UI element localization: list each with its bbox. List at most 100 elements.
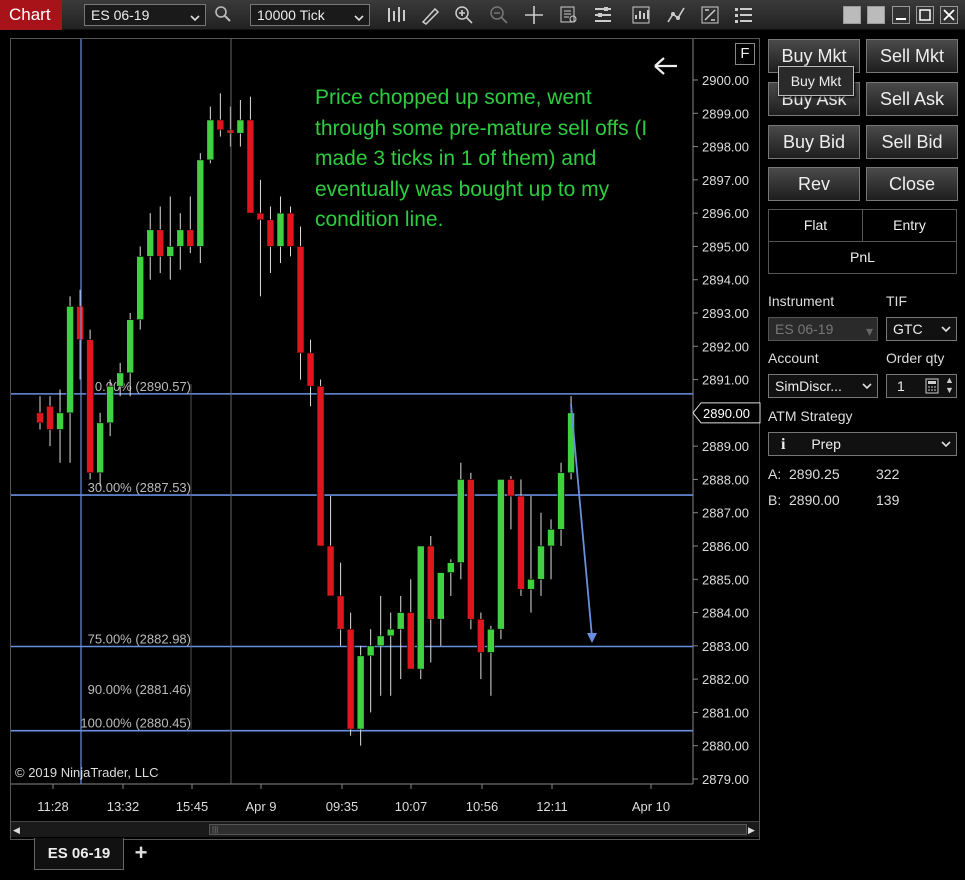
- annotation-line: Price chopped up some, went: [315, 86, 592, 109]
- time-tick-label: 10:56: [466, 799, 499, 814]
- sell-ask-button[interactable]: Sell Ask: [866, 82, 958, 116]
- candle-body: [336, 595, 345, 630]
- candle-body: [156, 229, 165, 257]
- scrollbar-thumb[interactable]: |||: [209, 824, 747, 835]
- price-tick-label: 2893.00: [702, 306, 749, 321]
- calculator-icon[interactable]: [925, 378, 939, 400]
- reverse-button[interactable]: Rev: [768, 167, 860, 201]
- draw-pencil-icon[interactable]: [419, 4, 441, 26]
- minimize-icon[interactable]: [892, 6, 910, 24]
- candle-body: [166, 246, 175, 257]
- price-tick-label: 2897.00: [702, 173, 749, 188]
- buy-bid-button[interactable]: Buy Bid: [768, 125, 860, 159]
- close-icon[interactable]: [940, 6, 958, 24]
- price-tick-label: 2885.00: [702, 572, 749, 587]
- annotation-line: eventually was bought up to my: [315, 177, 610, 201]
- candle-body: [36, 412, 44, 424]
- candle-body: [527, 578, 535, 590]
- candle-body: [457, 479, 465, 563]
- strategies-icon[interactable]: [630, 4, 652, 26]
- scroll-left-icon[interactable]: ◀: [13, 825, 20, 836]
- zoom-out-icon[interactable]: [488, 4, 510, 26]
- candle-body: [537, 545, 545, 580]
- current-price-label: 2890.00: [703, 406, 750, 421]
- tab-es-06-19[interactable]: ES 06-19: [34, 838, 124, 870]
- crosshair-icon[interactable]: [523, 4, 545, 26]
- candle-body: [46, 405, 54, 430]
- order-qty-stepper[interactable]: 1 ▲ ▼: [886, 374, 957, 398]
- sell-mkt-button[interactable]: Sell Mkt: [866, 39, 958, 73]
- chart-trader-icon[interactable]: [699, 4, 721, 26]
- chart-trader-panel: [764, 38, 965, 880]
- data-box-icon[interactable]: [558, 4, 580, 26]
- instrument-selector[interactable]: ES 06-19: [84, 4, 206, 26]
- candle-body: [116, 372, 124, 387]
- link-color-icon[interactable]: [843, 6, 861, 24]
- fib-level-label: 90.00% (2881.46): [88, 682, 191, 697]
- ask-price: 2890.25: [789, 466, 840, 482]
- tif-select[interactable]: GTC: [886, 317, 957, 341]
- candle-body: [557, 472, 565, 530]
- horizontal-scrollbar[interactable]: ◀ ||| ▶: [11, 821, 759, 837]
- back-arrow-icon[interactable]: [654, 57, 677, 75]
- add-tab-button[interactable]: +: [130, 842, 152, 864]
- candle-body: [146, 229, 155, 257]
- position-pnl: PnL: [768, 241, 957, 274]
- chevron-down-icon: [189, 9, 201, 29]
- price-tick-label: 2880.00: [702, 739, 749, 754]
- candle-body: [366, 645, 375, 657]
- properties-icon[interactable]: [592, 4, 614, 26]
- chart-panel[interactable]: 0.00% (2890.57) 30.00% (2887.53) 75.00% (2…: [10, 38, 761, 840]
- indicators-icon[interactable]: [665, 4, 687, 26]
- projection-arrow-head: [587, 633, 597, 643]
- candle-body: [356, 655, 365, 730]
- maximize-icon[interactable]: [916, 6, 934, 24]
- candle-body: [316, 385, 325, 547]
- window-title: Chart: [0, 0, 62, 30]
- buy-mkt-tooltip: Buy Mkt: [778, 66, 854, 96]
- atm-strategy-select[interactable]: i Prep: [768, 432, 957, 456]
- candle-body: [56, 412, 64, 430]
- candle-body: [186, 229, 195, 247]
- candle-body: [136, 256, 144, 320]
- atm-strategy-label: ATM Strategy: [768, 408, 853, 424]
- candle-body: [477, 618, 485, 653]
- chart-corner-button[interactable]: F: [735, 43, 755, 65]
- price-tick-label: 2886.00: [702, 539, 749, 554]
- candle-body: [86, 339, 94, 474]
- candle-body: [226, 129, 235, 134]
- candle-body: [256, 212, 265, 221]
- zoom-in-icon[interactable]: [453, 4, 475, 26]
- candle-body: [416, 545, 425, 670]
- sell-bid-button[interactable]: Sell Bid: [866, 125, 958, 159]
- link-instrument-icon[interactable]: [867, 6, 885, 24]
- time-tick-label: 15:45: [176, 799, 209, 814]
- fib-level-label: 75.00% (2882.98): [88, 632, 191, 647]
- close-position-button[interactable]: Close: [866, 167, 958, 201]
- price-tick-label: 2892.00: [702, 339, 749, 354]
- instrument-field-value: ES 06-19: [775, 321, 834, 337]
- time-tick-label: 12:11: [536, 799, 568, 814]
- bid-label: B:: [768, 492, 782, 508]
- price-tick-label: 2896.00: [702, 206, 749, 221]
- price-tick-label: 2899.00: [702, 106, 749, 121]
- fib-level-label: 30.00% (2887.53): [88, 480, 191, 495]
- tif-select-value: GTC: [893, 321, 923, 337]
- account-select[interactable]: SimDiscr...: [768, 374, 878, 398]
- price-tick-label: 2891.00: [702, 373, 749, 388]
- price-tick-label: 2898.00: [702, 140, 749, 155]
- interval-selector[interactable]: 10000 Tick: [250, 4, 370, 26]
- candle-body: [406, 612, 415, 670]
- candle-body: [266, 219, 275, 247]
- magnify-icon[interactable]: [212, 4, 234, 26]
- candle-body: [426, 545, 435, 620]
- price-tick-label: 2883.00: [702, 639, 749, 654]
- candle-body: [176, 229, 185, 247]
- bar-type-icon[interactable]: [385, 4, 407, 26]
- candle-body: [216, 119, 225, 131]
- interval-selector-value: 10000 Tick: [257, 7, 325, 23]
- list-icon[interactable]: [733, 4, 755, 26]
- stepper-arrows-icon[interactable]: ▲ ▼: [945, 375, 954, 395]
- price-tick-label: 2884.00: [702, 606, 749, 621]
- scroll-right-icon[interactable]: ▶: [748, 825, 755, 836]
